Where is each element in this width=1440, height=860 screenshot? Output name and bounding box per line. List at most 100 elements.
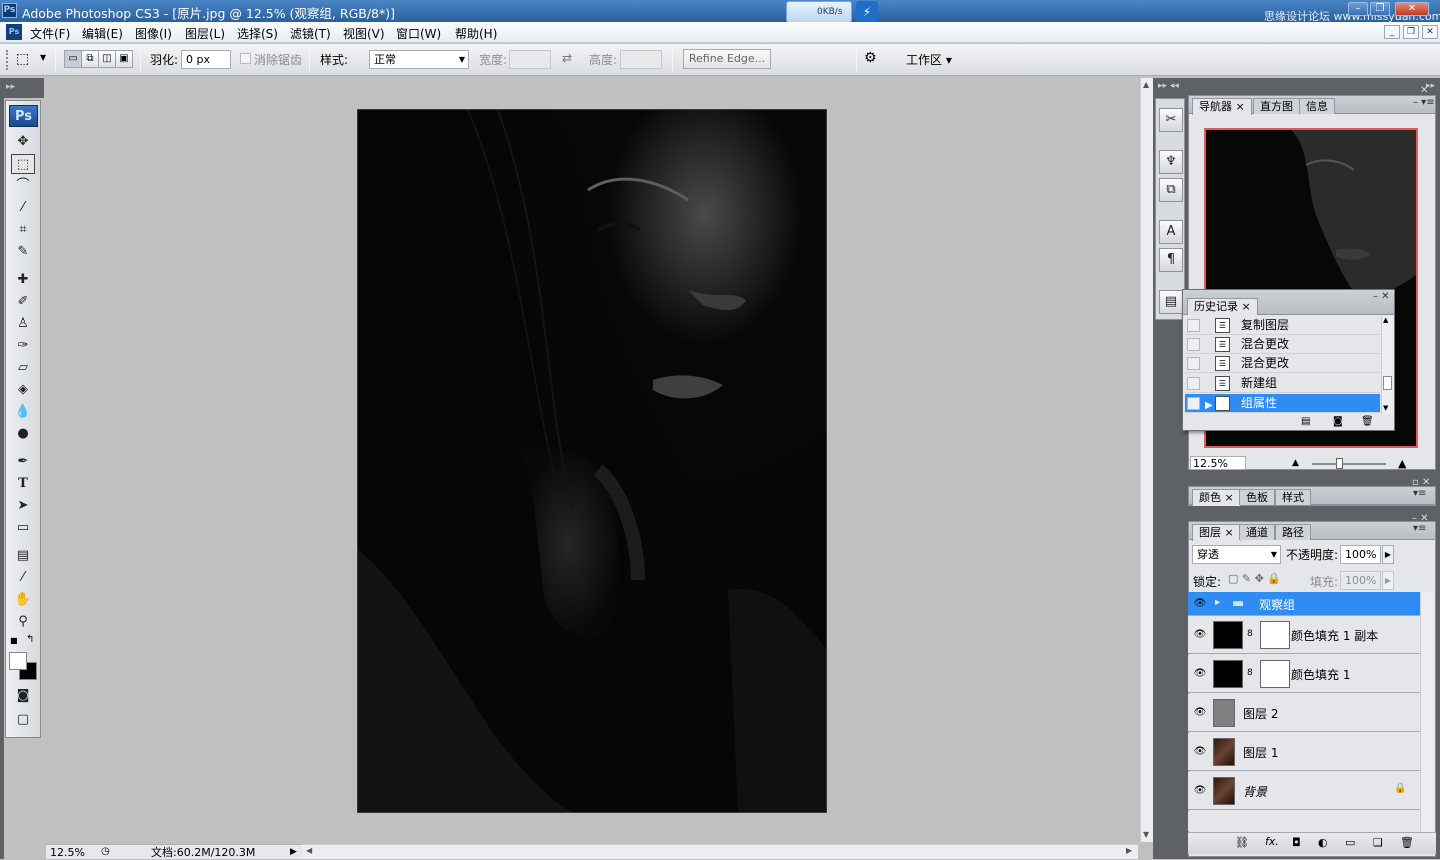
hand-tool-icon[interactable]: ✋: [11, 590, 35, 610]
bolt-icon[interactable]: ⚡: [856, 1, 878, 23]
eye-icon[interactable]: 👁: [1192, 706, 1208, 720]
move-tool-icon[interactable]: ✥: [11, 132, 35, 152]
history-item[interactable]: ☰ 复制图层: [1185, 316, 1380, 335]
chevron-down-icon[interactable]: ▼: [40, 53, 46, 62]
style-select[interactable]: 正常 ▼: [369, 50, 469, 69]
shape-tool-icon[interactable]: ▭: [11, 518, 35, 538]
navigator-zoom-input[interactable]: 12.5%: [1190, 456, 1246, 470]
eye-icon[interactable]: 👁: [1192, 745, 1208, 759]
vertical-scrollbar[interactable]: ▲ ▼: [1140, 78, 1153, 842]
menu-file[interactable]: 文件(F): [30, 25, 70, 42]
new-group-icon[interactable]: ▭: [1345, 836, 1355, 849]
scroll-down-icon[interactable]: ▼: [1383, 404, 1388, 412]
toolbox-handle[interactable]: ▸▸: [0, 78, 44, 98]
history-source-checkbox[interactable]: [1187, 338, 1200, 351]
document-icon[interactable]: Ps: [6, 24, 22, 40]
history-item[interactable]: ☰ 混合更改: [1185, 335, 1380, 354]
dodge-tool-icon[interactable]: ●: [11, 424, 35, 444]
link-icon[interactable]: 8: [1247, 629, 1253, 639]
menu-image[interactable]: 图像(I): [135, 25, 172, 42]
zoom-out-icon[interactable]: ▲: [1292, 458, 1299, 468]
panel-menu-icon[interactable]: ▾≡: [1413, 488, 1426, 499]
lock-icons[interactable]: ▢ ✎ ✥ 🔒: [1228, 572, 1281, 585]
paint-bucket-tool-icon[interactable]: ◈: [11, 380, 35, 400]
fill-arrow-icon[interactable]: ▶: [1382, 571, 1394, 590]
quick-mask-icon[interactable]: ◙: [11, 686, 35, 706]
healing-brush-tool-icon[interactable]: ✚: [11, 270, 35, 290]
slice-tool-icon[interactable]: ✎: [11, 242, 35, 262]
tab-color[interactable]: 颜色 ×: [1192, 489, 1241, 506]
history-item[interactable]: ☰ 混合更改: [1185, 354, 1380, 373]
clone-source-icon[interactable]: ⧉: [1159, 178, 1183, 202]
menu-help[interactable]: 帮助(H): [455, 25, 497, 42]
minimize-button[interactable]: –: [1348, 2, 1368, 16]
screen-mode-icon[interactable]: ▢: [11, 710, 35, 730]
new-layer-icon[interactable]: ❏: [1373, 836, 1383, 849]
intersect-selection-button[interactable]: ▣: [115, 50, 133, 68]
link-icon[interactable]: 8: [1247, 668, 1253, 678]
brush-tool-icon[interactable]: ✐: [11, 292, 35, 312]
scroll-up-icon[interactable]: ▲: [1143, 80, 1149, 89]
pen-tool-icon[interactable]: ✒: [11, 452, 35, 472]
character-icon[interactable]: A: [1159, 220, 1183, 244]
history-source-checkbox[interactable]: [1187, 377, 1200, 390]
height-input[interactable]: [620, 50, 662, 69]
eye-icon[interactable]: 👁: [1192, 784, 1208, 798]
menu-view[interactable]: 视图(V): [343, 25, 385, 42]
eye-icon[interactable]: 👁: [1192, 628, 1208, 642]
maximize-button[interactable]: ❐: [1370, 2, 1390, 16]
eye-icon[interactable]: 👁: [1192, 597, 1208, 611]
menu-edit[interactable]: 编辑(E): [82, 25, 123, 42]
type-tool-icon[interactable]: T: [11, 474, 35, 494]
zoom-tool-icon[interactable]: ⚲: [11, 612, 35, 632]
doc-minimize-button[interactable]: _: [1384, 25, 1400, 39]
width-input[interactable]: [509, 50, 551, 69]
new-snapshot-icon[interactable]: ◙: [1333, 416, 1343, 427]
subtract-selection-button[interactable]: ◫: [98, 50, 116, 68]
notes-tool-icon[interactable]: ▤: [11, 546, 35, 566]
new-document-from-state-icon[interactable]: ▤: [1301, 416, 1310, 427]
menu-layer[interactable]: 图层(L): [185, 25, 225, 42]
history-source-checkbox[interactable]: [1187, 357, 1200, 370]
blend-mode-select[interactable]: 穿透 ▼: [1192, 545, 1281, 564]
status-arrow-icon[interactable]: ▶: [290, 845, 297, 859]
crop-tool-icon[interactable]: ⌗: [11, 220, 35, 240]
scroll-up-icon[interactable]: ▲: [1383, 316, 1388, 324]
opacity-arrow-icon[interactable]: ▶: [1382, 545, 1394, 564]
paragraph-icon[interactable]: ¶: [1159, 248, 1183, 272]
tab-paths[interactable]: 路径: [1275, 524, 1311, 540]
document-image[interactable]: [357, 109, 827, 813]
marquee-tool-icon[interactable]: ⬚: [11, 154, 35, 174]
path-selection-tool-icon[interactable]: ➤: [11, 496, 35, 516]
menu-window[interactable]: 窗口(W): [396, 25, 441, 42]
doc-close-button[interactable]: ✕: [1422, 25, 1438, 39]
layer-row[interactable]: 👁 图层 2: [1188, 694, 1420, 732]
layers-scrollbar[interactable]: [1420, 592, 1434, 832]
panel-menu-icon[interactable]: – ▾≡: [1413, 97, 1435, 108]
fill-input[interactable]: 100%: [1340, 571, 1381, 590]
opacity-input[interactable]: 100%: [1340, 545, 1381, 564]
blur-tool-icon[interactable]: 💧: [11, 402, 35, 422]
zoom-slider-thumb[interactable]: [1336, 458, 1343, 469]
layer-row[interactable]: 👁 图层 1: [1188, 733, 1420, 771]
menu-filter[interactable]: 滤镜(T): [290, 25, 331, 42]
fx-icon[interactable]: fx.: [1265, 835, 1279, 848]
zoom-level[interactable]: 12.5%: [50, 846, 85, 860]
adjustment-layer-icon[interactable]: ◐: [1318, 836, 1328, 849]
delete-state-icon[interactable]: 🗑: [1361, 416, 1374, 427]
zoom-slider[interactable]: [1312, 463, 1386, 465]
history-brush-tool-icon[interactable]: ✑: [11, 336, 35, 356]
scroll-down-icon[interactable]: ▼: [1143, 830, 1149, 839]
history-source-checkbox[interactable]: [1187, 397, 1200, 410]
antialias-checkbox[interactable]: [240, 53, 251, 64]
feather-input[interactable]: 0 px: [181, 50, 231, 69]
status-menu-icon[interactable]: ◷: [101, 845, 110, 859]
foreground-color-swatch[interactable]: [9, 652, 27, 670]
horizontal-scrollbar[interactable]: ◀ ▶: [302, 844, 1138, 859]
history-scrollbar[interactable]: ▲ ▼: [1381, 316, 1393, 414]
disclosure-triangle-icon[interactable]: ▸: [1215, 597, 1220, 608]
tab-info[interactable]: 信息: [1299, 98, 1335, 114]
marquee-preset-icon[interactable]: ⬚: [16, 50, 38, 68]
collapse-dock-icon[interactable]: ▸▸ ◂◂: [1158, 81, 1179, 91]
panel-collapse-icon[interactable]: – ✕: [1412, 513, 1429, 524]
